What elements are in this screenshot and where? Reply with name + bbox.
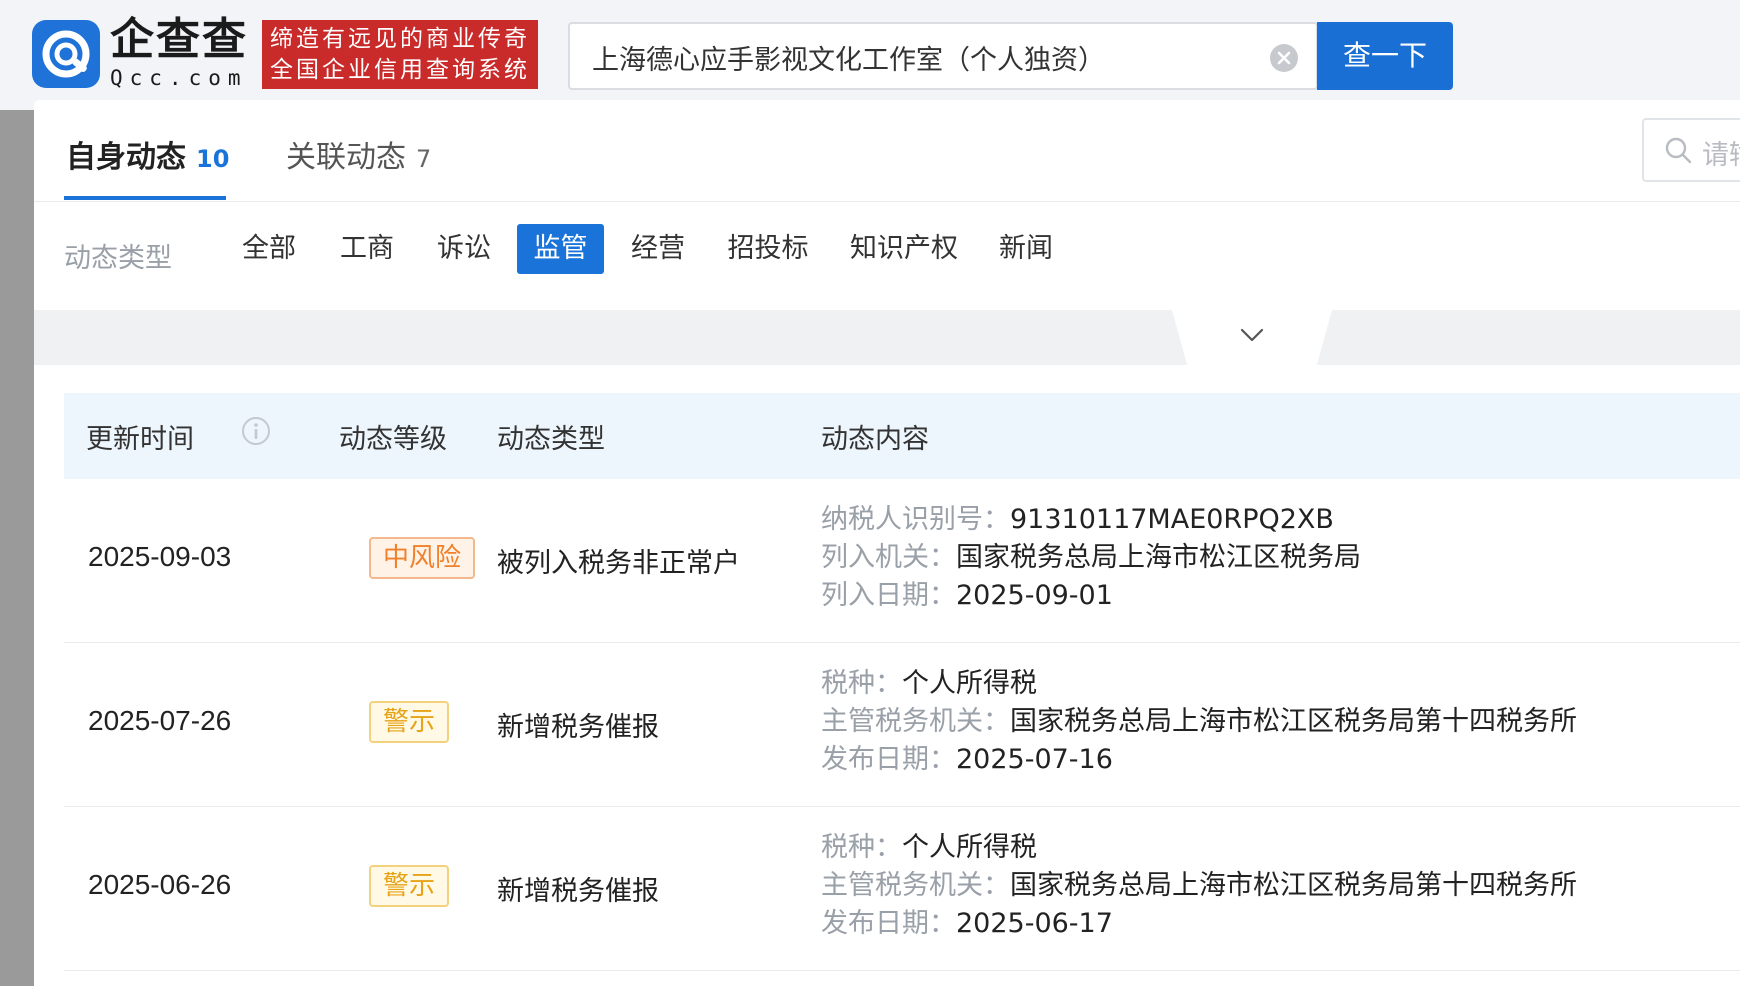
tab-self-count: 10 xyxy=(196,145,230,173)
table-header: 更新时间 动态等级 动态类型 动态内容 xyxy=(64,393,1740,479)
row-date: 2025-06-26 xyxy=(88,869,232,900)
content-value: 个人所得税 xyxy=(902,668,1037,699)
row-type[interactable]: 被列入税务非正常户 xyxy=(497,541,740,580)
slogan-banner: 缔造有远见的商业传奇 全国企业信用查询系统 xyxy=(262,20,538,89)
filter-label: 动态类型 xyxy=(64,243,172,274)
slogan-line-1: 缔造有远见的商业传奇 xyxy=(270,26,530,52)
table-row[interactable]: 2025-07-26 警示 新增税务催报 税种：个人所得税 主管税务机关：国家税… xyxy=(64,643,1740,807)
content-line: 主管税务机关：国家税务总局上海市松江区税务局第十四税务所 xyxy=(821,867,1577,905)
slogan-line-2: 全国企业信用查询系统 xyxy=(270,57,530,83)
header-content: 动态内容 xyxy=(821,424,929,455)
content-value: 2025-06-17 xyxy=(956,908,1113,939)
content-line: 税种：个人所得税 xyxy=(821,829,1577,867)
content-key: 税种： xyxy=(821,668,902,699)
filter-option-all[interactable]: 全部 xyxy=(232,224,306,274)
filter-option-bidding[interactable]: 招投标 xyxy=(718,224,818,274)
search-input-value: 上海德心应手影视文化工作室（个人独资） xyxy=(592,45,1105,76)
content-value: 2025-09-01 xyxy=(956,580,1113,611)
content-line: 发布日期：2025-07-16 xyxy=(821,741,1577,779)
content-key: 列入机关： xyxy=(821,542,956,573)
content-key: 发布日期： xyxy=(821,744,956,775)
tab-related-label: 关联动态 xyxy=(286,140,406,175)
content-key: 列入日期： xyxy=(821,580,956,611)
content-line: 发布日期：2025-06-17 xyxy=(821,905,1577,943)
tab-self-label: 自身动态 xyxy=(66,140,186,175)
tab-related-dynamics[interactable]: 关联动态 7 xyxy=(286,132,431,176)
clear-icon[interactable] xyxy=(1270,44,1298,72)
dynamics-table: 更新时间 动态等级 动态类型 动态内容 2025-09-03 中风险 被列入税务… xyxy=(64,393,1740,971)
risk-level-badge: 警示 xyxy=(369,701,450,743)
header-update-time: 更新时间 xyxy=(86,424,194,455)
content-key: 纳税人识别号： xyxy=(821,504,1010,535)
content-key: 发布日期： xyxy=(821,908,956,939)
logo-wordmark[interactable]: 企查查 Qcc.com xyxy=(110,14,260,90)
content-value: 91310117MAE0RPQ2XB xyxy=(1010,504,1334,535)
type-filter: 动态类型 全部 工商 诉讼 监管 经营 招投标 知识产权 新闻 xyxy=(34,202,1740,310)
content-line: 税种：个人所得税 xyxy=(821,665,1577,703)
filter-option-news[interactable]: 新闻 xyxy=(989,224,1063,274)
row-content: 税种：个人所得税 主管税务机关：国家税务总局上海市松江区税务局第十四税务所 发布… xyxy=(821,829,1577,943)
table-row[interactable]: 2025-09-03 中风险 被列入税务非正常户 纳税人识别号：91310117… xyxy=(64,479,1740,643)
search-button[interactable]: 查一下 xyxy=(1317,22,1453,90)
row-type[interactable]: 新增税务催报 xyxy=(497,869,659,908)
panel-search-input[interactable]: 请输 xyxy=(1642,118,1740,182)
row-type[interactable]: 新增税务催报 xyxy=(497,705,659,744)
content-line: 纳税人识别号：91310117MAE0RPQ2XB xyxy=(821,501,1361,539)
filter-collapse-bar xyxy=(34,310,1740,365)
qcc-logo-icon[interactable] xyxy=(32,20,100,88)
row-date: 2025-09-03 xyxy=(88,541,232,572)
chevron-down-icon[interactable] xyxy=(1239,326,1265,344)
risk-level-badge: 警示 xyxy=(369,865,450,907)
row-date: 2025-07-26 xyxy=(88,705,232,736)
logo-en: Qcc.com xyxy=(110,66,248,90)
content-line: 主管税务机关：国家税务总局上海市松江区税务局第十四税务所 xyxy=(821,703,1577,741)
row-content: 纳税人识别号：91310117MAE0RPQ2XB 列入机关：国家税务总局上海市… xyxy=(821,501,1361,615)
panel-search-placeholder: 请输 xyxy=(1702,140,1740,171)
content-line: 列入日期：2025-09-01 xyxy=(821,577,1361,615)
dynamics-panel: 自身动态 10 关联动态 7 请输 动态类型 全部 工商 诉讼 监管 经营 招投标 … xyxy=(34,100,1740,986)
tab-related-count: 7 xyxy=(416,145,432,173)
content-key: 税种： xyxy=(821,832,902,863)
header-level: 动态等级 xyxy=(339,424,447,455)
logo-cn: 企查查 xyxy=(110,14,248,65)
content-value: 2025-07-16 xyxy=(956,744,1113,775)
content-value: 国家税务总局上海市松江区税务局 xyxy=(956,542,1361,573)
table-row[interactable]: 2025-06-26 警示 新增税务催报 税种：个人所得税 主管税务机关：国家税… xyxy=(64,807,1740,971)
content-value: 国家税务总局上海市松江区税务局第十四税务所 xyxy=(1010,706,1577,737)
search-icon xyxy=(1665,137,1692,164)
risk-level-badge: 中风险 xyxy=(369,537,476,579)
content-key: 主管税务机关： xyxy=(821,870,1010,901)
info-icon[interactable] xyxy=(240,415,272,447)
filter-option-business[interactable]: 工商 xyxy=(330,224,404,274)
header-type: 动态类型 xyxy=(497,424,605,455)
dynamics-tabs: 自身动态 10 关联动态 7 请输 xyxy=(34,100,1740,202)
content-key: 主管税务机关： xyxy=(821,706,1010,737)
tab-self-dynamics[interactable]: 自身动态 10 xyxy=(66,132,229,176)
filter-option-supervision[interactable]: 监管 xyxy=(517,224,604,274)
content-value: 个人所得税 xyxy=(902,832,1037,863)
top-header: 企查查 Qcc.com 缔造有远见的商业传奇 全国企业信用查询系统 上海德心应手… xyxy=(0,0,1740,110)
company-search-input[interactable]: 上海德心应手影视文化工作室（个人独资） xyxy=(568,22,1318,90)
active-tab-indicator xyxy=(64,196,226,200)
content-line: 列入机关：国家税务总局上海市松江区税务局 xyxy=(821,539,1361,577)
filter-option-ip[interactable]: 知识产权 xyxy=(840,224,968,274)
filter-option-litigation[interactable]: 诉讼 xyxy=(427,224,501,274)
filter-option-operation[interactable]: 经营 xyxy=(621,224,695,274)
content-value: 国家税务总局上海市松江区税务局第十四税务所 xyxy=(1010,870,1577,901)
row-content: 税种：个人所得税 主管税务机关：国家税务总局上海市松江区税务局第十四税务所 发布… xyxy=(821,665,1577,779)
